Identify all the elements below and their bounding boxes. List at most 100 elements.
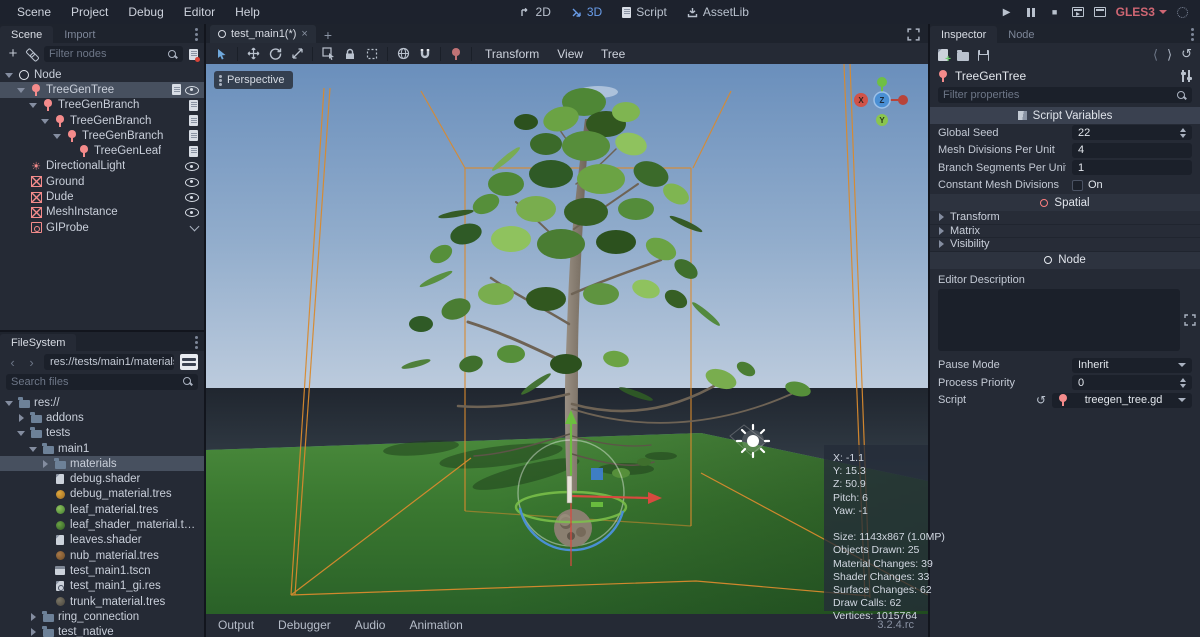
scale-tool-button[interactable] (287, 45, 307, 62)
axis-x-positive[interactable] (898, 95, 908, 105)
workspace-assetlib[interactable]: AssetLib (679, 3, 757, 21)
scene-tree-row[interactable]: Dude (0, 189, 204, 204)
expand-arrow-icon[interactable] (40, 459, 50, 469)
file-tree-row[interactable]: main1 (0, 441, 204, 456)
expand-arrow-icon[interactable] (16, 413, 26, 423)
global-seed-field[interactable]: 22 (1072, 125, 1192, 140)
scene-tree-row[interactable]: TreeGenBranch (0, 128, 204, 143)
dock-menu-icon[interactable] (1191, 28, 1195, 31)
branch-segments-field[interactable]: 1 (1072, 160, 1192, 175)
lock-button[interactable] (340, 45, 360, 62)
tab-import[interactable]: Import (53, 26, 106, 43)
scene-tree-row[interactable]: TreeGenLeaf (0, 143, 204, 158)
script-icon[interactable] (189, 146, 198, 157)
expand-arrow-icon[interactable] (28, 444, 38, 454)
expand-arrow-icon[interactable] (40, 474, 50, 484)
tab-node[interactable]: Node (997, 26, 1045, 43)
scene-tree-row[interactable]: TreeGenBranch (0, 113, 204, 128)
file-tree-row[interactable]: leaves.shader (0, 533, 204, 548)
expand-arrow-icon[interactable] (40, 581, 50, 591)
menu-item[interactable]: Scene (8, 2, 60, 22)
file-tree-row[interactable]: tests (0, 426, 204, 441)
spinner-arrows-icon[interactable] (1180, 128, 1186, 138)
scene-tree-row[interactable]: GIProbe (0, 220, 204, 235)
expand-arrow-icon[interactable] (16, 192, 26, 202)
perspective-button[interactable]: Perspective (214, 71, 293, 89)
current-path-field[interactable]: res://tests/main1/materials/ (44, 354, 174, 370)
treegen-plugin-button[interactable] (446, 45, 466, 62)
inspector-subsection[interactable]: Transform (930, 211, 1200, 225)
expand-arrow-icon[interactable] (40, 520, 50, 530)
file-tree-row[interactable]: materials (0, 456, 204, 471)
expand-arrow-icon[interactable] (4, 398, 14, 408)
rotate-tool-button[interactable] (265, 45, 285, 62)
visibility-eye-icon[interactable] (185, 191, 198, 203)
script-icon[interactable] (189, 115, 198, 126)
expand-arrow-icon[interactable] (40, 505, 50, 515)
load-resource-button[interactable] (957, 52, 969, 61)
play-button[interactable]: ▶ (1000, 5, 1014, 19)
search-files-input[interactable] (11, 376, 182, 388)
file-tree-row[interactable]: test_main1_gi.res (0, 579, 204, 594)
reload-script-icon[interactable]: ↺ (1036, 394, 1046, 406)
history-button[interactable]: ↺ (1181, 49, 1192, 61)
axis-orientation-gizmo[interactable]: X Z Y (850, 74, 914, 132)
visibility-eye-icon[interactable] (185, 176, 198, 188)
expand-arrow-icon[interactable] (16, 85, 26, 95)
visibility-eye-icon[interactable] (185, 206, 198, 218)
expand-arrow-icon[interactable] (40, 535, 50, 545)
inspector-subsection[interactable]: Visibility (930, 238, 1200, 252)
group-button[interactable] (362, 45, 382, 62)
filter-properties-input[interactable] (943, 89, 1176, 101)
snap-button[interactable] (415, 45, 435, 62)
view-menu[interactable]: View (549, 45, 591, 63)
chevron-down-icon[interactable] (190, 221, 200, 231)
tree-menu[interactable]: Tree (593, 45, 633, 63)
expand-arrow-icon[interactable] (28, 100, 38, 110)
visibility-eye-icon[interactable] (185, 84, 198, 96)
bottom-tab[interactable]: Output (206, 613, 266, 637)
category-spatial[interactable]: Spatial (930, 194, 1200, 211)
history-forward-button[interactable]: ⟩ (1167, 49, 1172, 61)
expand-arrow-icon[interactable] (40, 597, 50, 607)
attach-script-button[interactable] (189, 49, 198, 60)
close-icon[interactable]: × (301, 30, 307, 38)
select-tool-button[interactable] (212, 45, 232, 62)
file-tree-row[interactable]: leaf_shader_material.tres (0, 517, 204, 532)
visibility-eye-icon[interactable] (185, 160, 198, 172)
file-tree-row[interactable]: debug_material.tres (0, 487, 204, 502)
expand-arrow-icon[interactable] (64, 146, 74, 156)
viewport-3d[interactable]: Perspective X Z Y X: -1.1Y: 15.3Z: 5 (206, 64, 928, 611)
file-tree-row[interactable]: res:// (0, 395, 204, 410)
expand-arrow-icon[interactable] (40, 566, 50, 576)
expand-arrow-icon[interactable] (28, 627, 38, 637)
scene-tree-row[interactable]: DirectionalLight (0, 159, 204, 174)
save-resource-button[interactable] (978, 50, 989, 61)
add-node-button[interactable]: + (6, 48, 20, 60)
script-dropdown[interactable]: treegen_tree.gd (1052, 393, 1192, 408)
add-scene-tab-button[interactable]: + (324, 27, 332, 43)
inspector-subsection[interactable]: Matrix (930, 225, 1200, 239)
list-select-tool-button[interactable] (318, 45, 338, 62)
category-node[interactable]: Node (930, 252, 1200, 269)
workspace-3d[interactable]: 3D (563, 3, 610, 21)
file-tree-row[interactable]: ring_connection (0, 609, 204, 624)
bottom-tab[interactable]: Audio (343, 613, 398, 637)
script-icon[interactable] (189, 100, 198, 111)
local-space-button[interactable] (393, 45, 413, 62)
scene-tree-row[interactable]: MeshInstance (0, 205, 204, 220)
process-priority-field[interactable]: 0 (1072, 375, 1192, 390)
expand-icon[interactable] (1184, 314, 1196, 326)
expand-arrow-icon[interactable] (16, 161, 26, 171)
workspace-script[interactable]: Script (614, 3, 675, 21)
axis-y-positive[interactable] (877, 77, 887, 87)
expand-arrow-icon[interactable] (40, 551, 50, 561)
file-tree-row[interactable]: addons (0, 410, 204, 425)
expand-arrow-icon[interactable] (40, 116, 50, 126)
menu-item[interactable]: Editor (175, 2, 224, 22)
filter-nodes-input[interactable] (49, 48, 167, 60)
menu-item[interactable]: Debug (119, 2, 172, 22)
script-icon[interactable] (189, 130, 198, 141)
file-tree-row[interactable]: debug.shader (0, 471, 204, 486)
split-mode-button[interactable] (180, 354, 198, 370)
